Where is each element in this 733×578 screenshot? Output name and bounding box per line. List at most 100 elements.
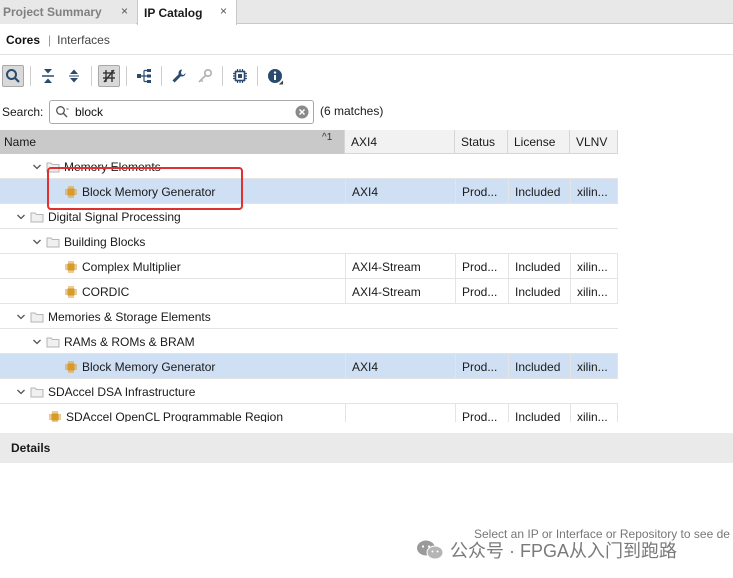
status-cell	[455, 154, 508, 179]
chevron-down-icon[interactable]	[14, 310, 28, 324]
chevron-down-icon[interactable]	[14, 210, 28, 224]
axi4-cell	[345, 154, 455, 179]
name-cell: Building Blocks	[30, 229, 145, 254]
expand-all-icon	[69, 69, 79, 83]
status-cell	[455, 304, 508, 329]
tab-ip-catalog[interactable]: IP Catalog ×	[137, 0, 237, 25]
search-toggle-button[interactable]	[2, 65, 24, 87]
ip-core-icon	[64, 285, 78, 299]
expand-all-button[interactable]	[63, 65, 85, 87]
folder-icon	[46, 160, 60, 174]
name-cell: CORDIC	[64, 279, 129, 304]
hierarchy-button[interactable]	[133, 65, 155, 87]
column-header-name-label: Name	[4, 135, 37, 149]
license-cell: Included	[508, 404, 570, 422]
tab-project-summary-label: Project Summary	[3, 5, 102, 19]
row-name-label: Memory Elements	[64, 159, 161, 174]
status-cell: Prod...	[455, 179, 508, 204]
table-row[interactable]: SDAccel OpenCL Programmable Region Prod..…	[0, 404, 618, 422]
license-cell: Included	[508, 179, 570, 204]
axi4-cell: AXI4-Stream	[345, 254, 455, 279]
watermark: 公众号 · FPGA从入门到跑路	[416, 537, 677, 563]
row-name-label: Building Blocks	[64, 234, 146, 249]
close-icon[interactable]: ×	[121, 4, 128, 18]
folder-icon	[46, 235, 60, 249]
license-key-button[interactable]	[194, 65, 216, 87]
tab-ip-catalog-label: IP Catalog	[144, 5, 203, 20]
match-count: (6 matches)	[320, 104, 384, 118]
close-icon[interactable]: ×	[220, 4, 227, 18]
subtab-cores[interactable]: Cores	[6, 33, 40, 47]
collapse-all-button[interactable]	[37, 65, 59, 87]
column-header-status[interactable]: Status	[455, 130, 508, 154]
search-input[interactable]	[75, 105, 285, 119]
chevron-down-icon[interactable]	[30, 160, 44, 174]
axi4-cell	[345, 379, 455, 404]
hierarchy-icon	[137, 69, 151, 83]
axi4-cell	[345, 329, 455, 354]
status-cell	[455, 204, 508, 229]
subtab-interfaces[interactable]: Interfaces	[57, 33, 110, 47]
status-cell	[455, 329, 508, 354]
ip-catalog-table: Name ^1 AXI4 Status License VLNV Memory …	[0, 130, 618, 422]
table-row[interactable]: Complex Multiplier AXI4-Stream Prod... Incl…	[0, 254, 618, 279]
table-row[interactable]: Block Memory Generator AXI4 Prod... Include…	[0, 179, 618, 204]
vlnv-cell: xilin...	[570, 354, 618, 379]
row-name-label: Complex Multiplier	[82, 259, 181, 274]
name-cell: Memories & Storage Elements	[14, 304, 211, 329]
wechat-icon	[417, 540, 444, 560]
customize-ip-button[interactable]	[168, 65, 190, 87]
search-box[interactable]	[49, 100, 314, 124]
watermark-text: 公众号 · FPGA从入门到跑路	[450, 541, 678, 561]
collapse-all-icon	[42, 69, 54, 83]
license-cell	[508, 229, 570, 254]
filter-icon	[103, 69, 115, 83]
axi4-cell: AXI4	[345, 179, 455, 204]
clear-search-icon[interactable]	[295, 105, 309, 119]
vlnv-cell	[570, 379, 618, 404]
name-cell: Block Memory Generator	[64, 179, 215, 204]
row-name-label: SDAccel DSA Infrastructure	[48, 384, 196, 399]
name-cell: Digital Signal Processing	[14, 204, 181, 229]
row-name-label: SDAccel OpenCL Programmable Region	[66, 409, 283, 423]
license-cell	[508, 379, 570, 404]
tree-category-row[interactable]: RAMs & ROMs & BRAM	[0, 329, 618, 354]
status-cell: Prod...	[455, 404, 508, 422]
chevron-down-icon[interactable]	[30, 335, 44, 349]
folder-icon	[30, 385, 44, 399]
vlnv-cell	[570, 229, 618, 254]
tree-category-row[interactable]: Building Blocks	[0, 229, 618, 254]
column-header-axi4[interactable]: AXI4	[345, 130, 455, 154]
column-header-vlnv[interactable]: VLNV	[570, 130, 618, 154]
ip-chip-button[interactable]	[229, 65, 251, 87]
license-cell	[508, 329, 570, 354]
toolbar-separator	[257, 66, 258, 86]
row-name-label: Memories & Storage Elements	[48, 309, 211, 324]
tab-project-summary[interactable]: Project Summary ×	[0, 0, 136, 24]
column-header-license[interactable]: License	[508, 130, 570, 154]
chevron-down-icon[interactable]	[14, 385, 28, 399]
table-row[interactable]: Block Memory Generator AXI4 Prod... Include…	[0, 354, 618, 379]
license-cell: Included	[508, 279, 570, 304]
tree-category-row[interactable]: Digital Signal Processing	[0, 204, 618, 229]
table-row[interactable]: CORDIC AXI4-Stream Prod... Included xilin...	[0, 279, 618, 304]
toolbar-separator	[161, 66, 162, 86]
catalog-toolbar	[0, 60, 733, 92]
tree-category-row[interactable]: Memories & Storage Elements	[0, 304, 618, 329]
wrench-icon	[172, 69, 186, 83]
status-cell: Prod...	[455, 354, 508, 379]
filter-toggle-button[interactable]	[98, 65, 120, 87]
toolbar-separator	[91, 66, 92, 86]
row-name-label: RAMs & ROMs & BRAM	[64, 334, 195, 349]
tree-category-row[interactable]: Memory Elements	[0, 154, 618, 179]
name-cell: Complex Multiplier	[64, 254, 181, 279]
vlnv-cell	[570, 154, 618, 179]
chevron-down-icon[interactable]	[30, 235, 44, 249]
column-header-name[interactable]: Name ^1	[0, 130, 345, 154]
info-button[interactable]	[264, 65, 286, 87]
axi4-cell	[345, 404, 455, 422]
subtab-separator: |	[48, 32, 52, 47]
tree-category-row[interactable]: SDAccel DSA Infrastructure	[0, 379, 618, 404]
details-panel-header[interactable]: Details	[0, 433, 733, 463]
ip-core-icon	[64, 185, 78, 199]
